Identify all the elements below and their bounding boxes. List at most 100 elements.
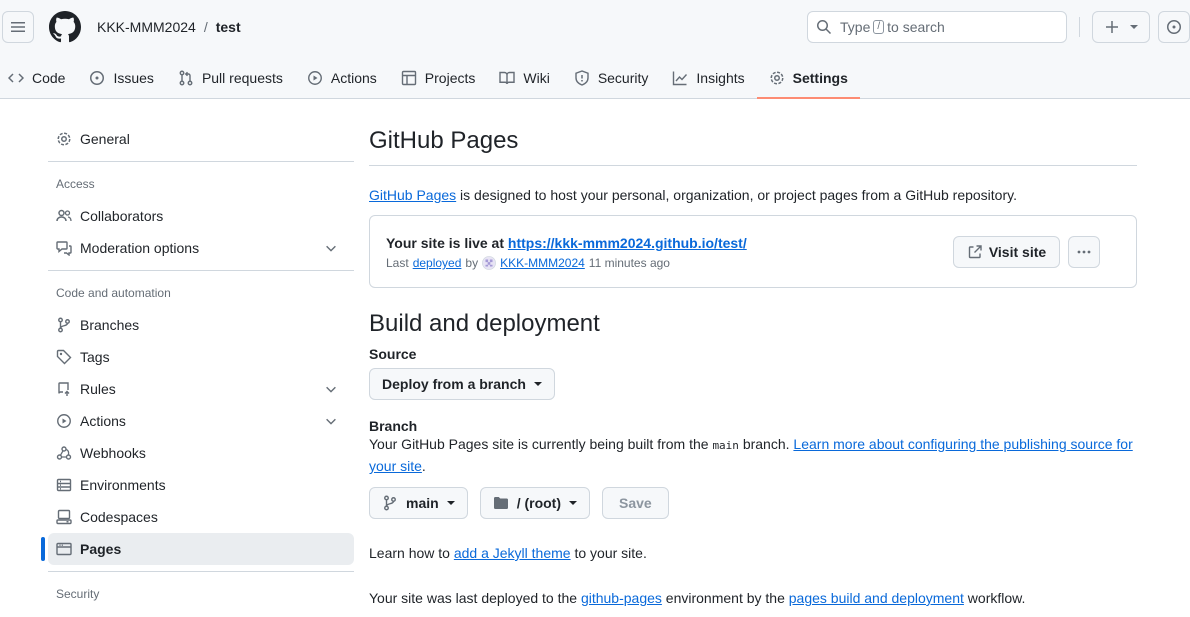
plus-icon: [1106, 21, 1118, 33]
tab-actions[interactable]: Actions: [295, 58, 389, 98]
sidebar-item-label: Moderation options: [80, 240, 200, 256]
sidebar-heading-access: Access: [56, 177, 95, 191]
issue-icon: [1167, 20, 1181, 34]
sidebar-divider: [48, 270, 354, 271]
live-url-link[interactable]: https://kkk-mmm2024.github.io/test/: [508, 235, 747, 251]
tab-wiki[interactable]: Wiki: [487, 58, 561, 98]
site-live-banner: Your site is live at https://kkk-mmm2024…: [369, 215, 1137, 288]
sidebar-heading-automation: Code and automation: [56, 286, 171, 300]
environment-link[interactable]: github-pages: [581, 590, 662, 606]
sidebar-item-label: Actions: [80, 413, 126, 429]
active-indicator: [41, 537, 45, 561]
visit-site-button[interactable]: Visit site: [953, 236, 1060, 268]
branch-label: Branch: [369, 418, 418, 434]
last-deployed-line: Last deployed by KKK-MMM2024 11 minutes …: [386, 256, 670, 270]
code-icon: [8, 73, 24, 83]
time-ago: 11 minutes ago: [588, 256, 670, 270]
source-select[interactable]: Deploy from a branch: [369, 368, 555, 400]
sidebar-item-label: Collaborators: [80, 208, 164, 224]
chevron-down-icon: [326, 418, 336, 425]
sidebar-item-rules[interactable]: Rules: [48, 373, 354, 405]
breadcrumb-repo[interactable]: test: [216, 18, 241, 36]
pages-settings: GitHub Pages GitHub Pages is designed to…: [369, 123, 1137, 609]
source-label: Source: [369, 346, 417, 362]
tab-label: Actions: [330, 70, 377, 86]
avatar[interactable]: [482, 256, 497, 270]
sidebar-item-label: Rules: [80, 381, 116, 397]
sidebar-item-general[interactable]: General: [48, 123, 354, 155]
chevron-down-icon: [446, 501, 455, 505]
sidebar-item-label: Webhooks: [80, 445, 146, 461]
save-button[interactable]: Save: [602, 487, 669, 519]
settings-sidebar: General Access Collaborators Moderation …: [41, 123, 354, 610]
gear-icon: [57, 132, 71, 146]
tab-pull-requests[interactable]: Pull requests: [166, 58, 295, 98]
tab-label: Insights: [696, 70, 745, 86]
live-prefix: Your site is live at: [386, 235, 508, 251]
sidebar-item-moderation[interactable]: Moderation options: [48, 232, 354, 264]
deployed-text-1: Your site was last deployed to the: [369, 590, 581, 606]
repo-header: KKK-MMM2024 / test Type / to search Code…: [0, 0, 1190, 99]
jekyll-theme-link[interactable]: add a Jekyll theme: [454, 545, 571, 561]
issue-icon: [90, 71, 105, 85]
tab-label: Wiki: [523, 70, 550, 86]
sidebar-item-label: Environments: [80, 477, 166, 493]
codespaces-icon: [56, 509, 72, 525]
branch-select[interactable]: main: [369, 487, 468, 519]
breadcrumb-separator: /: [203, 19, 208, 35]
sidebar-item-tags[interactable]: Tags: [48, 341, 354, 373]
intro-text: GitHub Pages is designed to host your pe…: [369, 185, 1137, 205]
tab-issues[interactable]: Issues: [77, 58, 165, 98]
tab-settings[interactable]: Settings: [756, 58, 861, 99]
sidebar-divider: [48, 571, 354, 572]
search-prefix: Type: [840, 19, 871, 35]
header-divider: [1079, 17, 1080, 37]
branch-description: Your GitHub Pages site is currently bein…: [369, 434, 1137, 477]
book-icon: [499, 71, 516, 85]
create-new-button[interactable]: [1092, 11, 1150, 43]
sidebar-item-branches[interactable]: Branches: [48, 309, 354, 341]
tab-label: Code: [32, 70, 66, 86]
tab-code[interactable]: Code: [0, 58, 77, 98]
sidebar-item-environments[interactable]: Environments: [48, 469, 354, 501]
play-icon: [307, 71, 322, 85]
link-external-icon: [968, 245, 982, 259]
sidebar-item-webhooks[interactable]: Webhooks: [48, 437, 354, 469]
intro-body: is designed to host your personal, organ…: [456, 187, 1017, 203]
menu-button[interactable]: [2, 11, 34, 43]
user-link[interactable]: KKK-MMM2024: [500, 256, 585, 270]
sidebar-heading-security: Security: [56, 587, 100, 601]
search-shortcut-key: /: [873, 20, 885, 34]
tab-projects[interactable]: Projects: [389, 58, 488, 98]
deployed-link[interactable]: deployed: [413, 256, 462, 270]
repo-push-icon: [58, 382, 70, 396]
branch-end: .: [421, 458, 426, 474]
source-select-value: Deploy from a branch: [382, 376, 526, 392]
github-logo[interactable]: [49, 11, 81, 43]
folder-select-value: / (root): [516, 495, 562, 511]
tab-label: Security: [597, 70, 649, 86]
jekyll-text-2: to your site.: [570, 545, 647, 561]
search-input[interactable]: Type / to search: [807, 11, 1067, 43]
breadcrumb-owner[interactable]: KKK-MMM2024: [97, 18, 196, 36]
play-icon: [57, 414, 71, 428]
git-branch-icon: [58, 317, 70, 333]
more-options-button[interactable]: [1068, 236, 1100, 268]
github-pages-link[interactable]: GitHub Pages: [369, 187, 456, 203]
your-issues-button[interactable]: [1158, 11, 1190, 43]
pull-request-icon: [179, 70, 193, 86]
sidebar-item-codespaces[interactable]: Codespaces: [48, 501, 354, 533]
tab-security[interactable]: Security: [562, 58, 661, 98]
tab-insights[interactable]: Insights: [660, 58, 756, 98]
hamburger-icon: [11, 22, 25, 32]
sidebar-item-label: Tags: [80, 349, 110, 365]
folder-select[interactable]: / (root): [479, 487, 591, 519]
sidebar-item-actions[interactable]: Actions: [48, 405, 354, 437]
workflow-link[interactable]: pages build and deployment: [789, 590, 964, 606]
folder-icon: [493, 497, 508, 509]
kebab-horizontal-icon: [1077, 250, 1091, 254]
by-label: by: [465, 256, 479, 270]
sidebar-item-collaborators[interactable]: Collaborators: [48, 200, 354, 232]
comment-discussion-icon: [56, 241, 72, 256]
sidebar-item-pages[interactable]: Pages: [41, 533, 354, 565]
